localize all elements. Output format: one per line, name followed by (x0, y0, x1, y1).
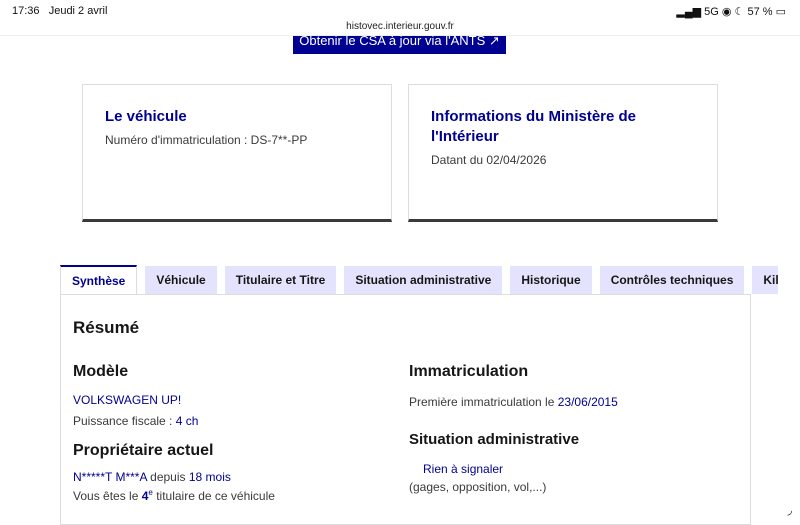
loading-spinner-icon: ◞ (787, 503, 792, 517)
synthese-panel: Résumé Modèle VOLKSWAGEN UP! Puissance f… (60, 294, 751, 525)
tab-bar: Synthèse Véhicule Titulaire et Titre Sit… (60, 265, 779, 295)
vehicle-card: Le véhicule Numéro d'immatriculation : D… (82, 84, 392, 222)
tab-synthese[interactable]: Synthèse (60, 265, 138, 295)
admin-heading: Situation administrative (409, 431, 580, 448)
card-title: Le véhicule (105, 108, 187, 125)
tab-kilometrage[interactable]: Kil (752, 266, 779, 294)
holder-rank: Vous êtes le 4e titulaire de ce véhicule (73, 488, 275, 503)
admin-note: (gages, opposition, vol,...) (409, 480, 547, 494)
tab-controles-techniques[interactable]: Contrôles techniques (599, 266, 745, 294)
status-time: 17:36 Jeudi 2 avril (12, 5, 108, 17)
status-indicators: ▂▄▆ 5G ◉ ☾ 57 % ▭ (676, 6, 786, 18)
summary-title: Résumé (73, 318, 140, 337)
registration-heading: Immatriculation (409, 363, 529, 380)
browser-top-bar: 17:36 Jeudi 2 avril ▂▄▆ 5G ◉ ☾ 57 % ▭ hi… (0, 0, 800, 36)
tab-vehicule[interactable]: Véhicule (145, 266, 217, 294)
fiscal-power: Puissance fiscale : 4 ch (73, 414, 199, 428)
owner-info: N*****T M***A depuis 18 mois (73, 470, 231, 484)
first-registration: Première immatriculation le 23/06/2015 (409, 395, 618, 409)
admin-status: Rien à signaler (423, 462, 504, 476)
card-text: Datant du 02/04/2026 (431, 153, 547, 167)
model-value: VOLKSWAGEN UP! (73, 393, 182, 407)
owner-heading: Propriétaire actuel (73, 442, 214, 459)
tab-situation-administrative[interactable]: Situation administrative (344, 266, 503, 294)
model-heading: Modèle (73, 363, 129, 380)
status-bar: 17:36 Jeudi 2 avril ▂▄▆ 5G ◉ ☾ 57 % ▭ (0, 0, 800, 22)
card-text: Numéro d'immatriculation : DS-7**-PP (105, 133, 308, 147)
ministry-card: Informations du Ministère de l'Intérieur… (408, 84, 718, 222)
tab-titulaire[interactable]: Titulaire et Titre (224, 266, 337, 294)
url-bar[interactable]: histovec.interieur.gouv.fr (0, 21, 800, 32)
tab-historique[interactable]: Historique (510, 266, 592, 294)
card-title: Informations du Ministère de l'Intérieur (431, 108, 637, 145)
